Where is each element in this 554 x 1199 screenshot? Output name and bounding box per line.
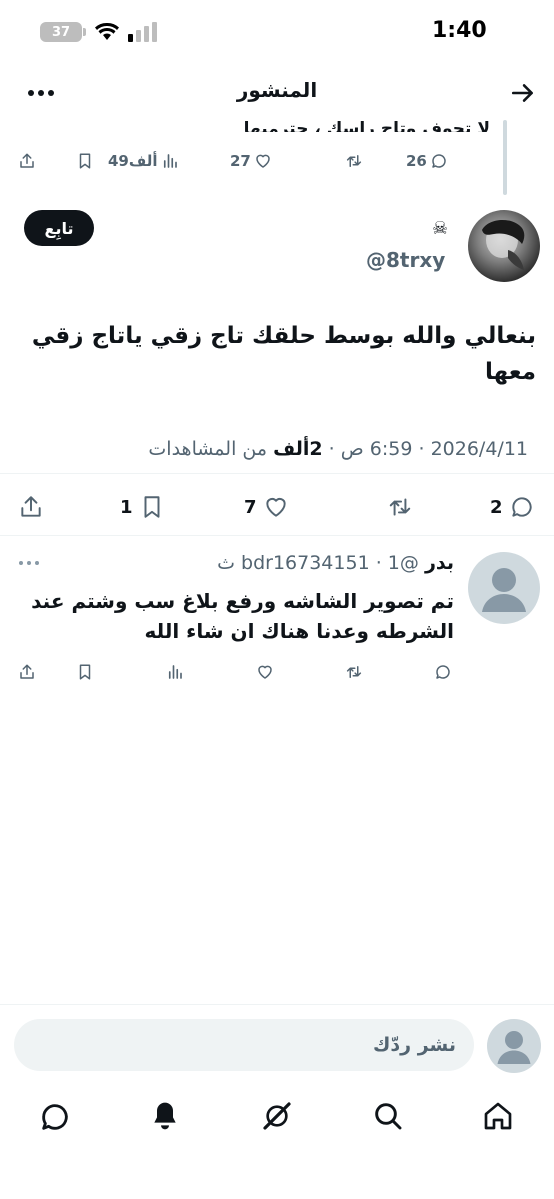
reply-views-button[interactable]	[166, 663, 184, 681]
nav-home[interactable]	[482, 1100, 514, 1132]
default-avatar-icon	[482, 568, 526, 612]
search-icon	[375, 1103, 402, 1130]
page-title: المنشور	[236, 78, 318, 102]
reply-bookmark-button[interactable]	[76, 663, 94, 681]
messages-icon	[42, 1104, 68, 1130]
bookmark-icon	[144, 496, 160, 518]
meta-separator: ·	[322, 438, 335, 460]
status-time: 1:40	[432, 18, 487, 43]
post-time: 6:59 ص	[340, 438, 413, 460]
like-button[interactable]: 7	[244, 494, 289, 520]
nav-grok[interactable]	[261, 1100, 293, 1132]
battery-tip	[83, 28, 86, 36]
comment-icon	[436, 665, 450, 679]
prev-like-count: 27	[230, 152, 251, 170]
reply-avatar[interactable]	[468, 552, 540, 624]
prev-share-button[interactable]	[18, 152, 36, 170]
heart-icon	[256, 154, 270, 168]
reply-text: تم تصوير الشاشه ورفع بلاغ سب وشتم عند ال…	[31, 589, 454, 643]
nav-search[interactable]	[372, 1100, 404, 1132]
reply-button[interactable]: 2	[490, 494, 535, 520]
bookmark-button[interactable]: 1	[120, 494, 165, 520]
heart-icon	[258, 665, 272, 679]
prev-views-count: 49ألف	[108, 152, 158, 170]
prev-views-button[interactable]: 49ألف	[108, 152, 179, 170]
grok-icon	[263, 1102, 291, 1130]
comment-icon	[432, 154, 446, 168]
divider	[0, 473, 554, 474]
battery-icon: 37	[40, 22, 82, 42]
wifi-icon	[94, 20, 120, 42]
divider	[0, 1004, 554, 1005]
share-button[interactable]	[18, 494, 44, 520]
more-dots-icon	[19, 561, 39, 565]
previous-post-text: لا تحوف وتاج راسك ، حترميها	[243, 119, 490, 132]
nav-notifications[interactable]	[149, 1100, 181, 1132]
divider	[0, 535, 554, 536]
repost-icon	[346, 155, 362, 167]
post-meta: 2026/4/11 · 6:59 ص · 2ألف من المشاهدات	[148, 438, 528, 460]
bookmark-icon	[79, 664, 91, 680]
nav-messages[interactable]	[38, 1100, 72, 1134]
post-views-count[interactable]: 2ألف	[273, 438, 323, 460]
prev-reply-count: 26	[406, 152, 427, 170]
bookmark-count: 1	[120, 496, 133, 518]
comment-icon	[511, 497, 532, 517]
reply-like-button[interactable]	[256, 663, 274, 681]
back-button[interactable]	[510, 80, 536, 106]
post-views-label[interactable]: من المشاهدات	[148, 438, 267, 460]
more-dots-icon	[28, 90, 54, 96]
arrow-right-icon	[511, 84, 533, 102]
reply-author-name[interactable]: بدر	[425, 552, 454, 574]
author-name[interactable]: ☠	[432, 218, 448, 239]
meta-separator: ·	[375, 552, 382, 574]
reply-share-button[interactable]	[18, 663, 36, 681]
heart-icon	[265, 497, 286, 517]
reply-header: بدر @bdr16734151 · 1 ث	[217, 552, 454, 574]
share-icon	[20, 664, 34, 679]
notifications-icon	[154, 1102, 176, 1130]
prev-repost-button[interactable]	[344, 152, 364, 170]
my-avatar[interactable]	[487, 1019, 541, 1073]
reply-more-button[interactable]	[18, 557, 40, 569]
share-icon	[21, 496, 41, 517]
post-text: بنعالي والله بوسط حلقك تاج زقي ياتاج زقي…	[31, 323, 536, 385]
repost-icon	[346, 666, 362, 678]
home-icon	[484, 1102, 512, 1130]
prev-bookmark-button[interactable]	[76, 152, 94, 170]
signal-icon	[126, 22, 158, 44]
post-date: 2026/4/11	[430, 438, 528, 460]
meta-separator: ·	[412, 438, 425, 460]
prev-reply-button[interactable]: 26	[406, 152, 448, 170]
avatar-image	[482, 219, 525, 270]
bookmark-icon	[79, 153, 91, 169]
repost-button[interactable]	[385, 494, 415, 520]
views-icon	[168, 665, 182, 679]
thread-line	[503, 120, 507, 195]
author-handle[interactable]: @8trxy	[366, 248, 445, 272]
prev-like-button[interactable]: 27	[230, 152, 272, 170]
reply-repost-button[interactable]	[344, 663, 364, 681]
follow-button[interactable]: تابِع	[24, 210, 94, 246]
reply-input[interactable]: نشر ردّك	[14, 1019, 474, 1071]
more-button[interactable]	[26, 80, 56, 106]
reply-reply-button[interactable]	[434, 663, 452, 681]
default-avatar-icon	[497, 1031, 531, 1064]
share-icon	[20, 153, 34, 168]
reply-count: 2	[490, 496, 503, 518]
views-icon	[163, 154, 177, 168]
repost-icon	[389, 498, 411, 516]
like-count: 7	[244, 496, 257, 518]
author-avatar[interactable]	[468, 210, 540, 282]
